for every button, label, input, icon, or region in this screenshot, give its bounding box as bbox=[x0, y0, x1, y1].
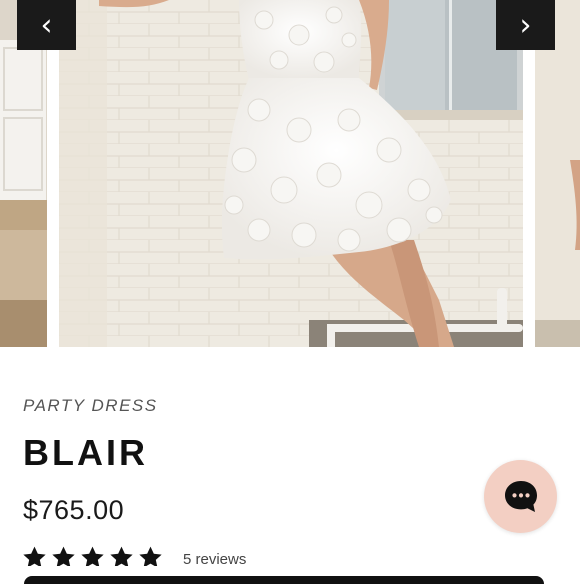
product-image bbox=[59, 0, 523, 347]
next-slide-image bbox=[535, 0, 580, 347]
carousel-slide-next[interactable] bbox=[535, 0, 580, 347]
carousel-slide-main[interactable] bbox=[59, 0, 523, 347]
carousel-previous-button[interactable]: ‹ bbox=[17, 0, 76, 50]
carousel-next-button[interactable]: › bbox=[496, 0, 555, 50]
product-title: BLAIR bbox=[23, 432, 148, 473]
product-category: PARTY DRESS bbox=[23, 396, 158, 415]
chevron-right-icon: › bbox=[519, 7, 532, 43]
carousel-slide-previous[interactable] bbox=[0, 0, 47, 347]
previous-slide-image bbox=[0, 0, 47, 347]
chat-bubble-icon bbox=[504, 480, 537, 512]
chat-launcher-button[interactable] bbox=[484, 460, 557, 533]
chevron-left-icon: ‹ bbox=[40, 7, 53, 43]
product-price: $765.00 bbox=[23, 495, 125, 525]
add-to-bag-button[interactable] bbox=[24, 576, 544, 584]
product-image-carousel[interactable]: ‹ › bbox=[0, 0, 580, 347]
